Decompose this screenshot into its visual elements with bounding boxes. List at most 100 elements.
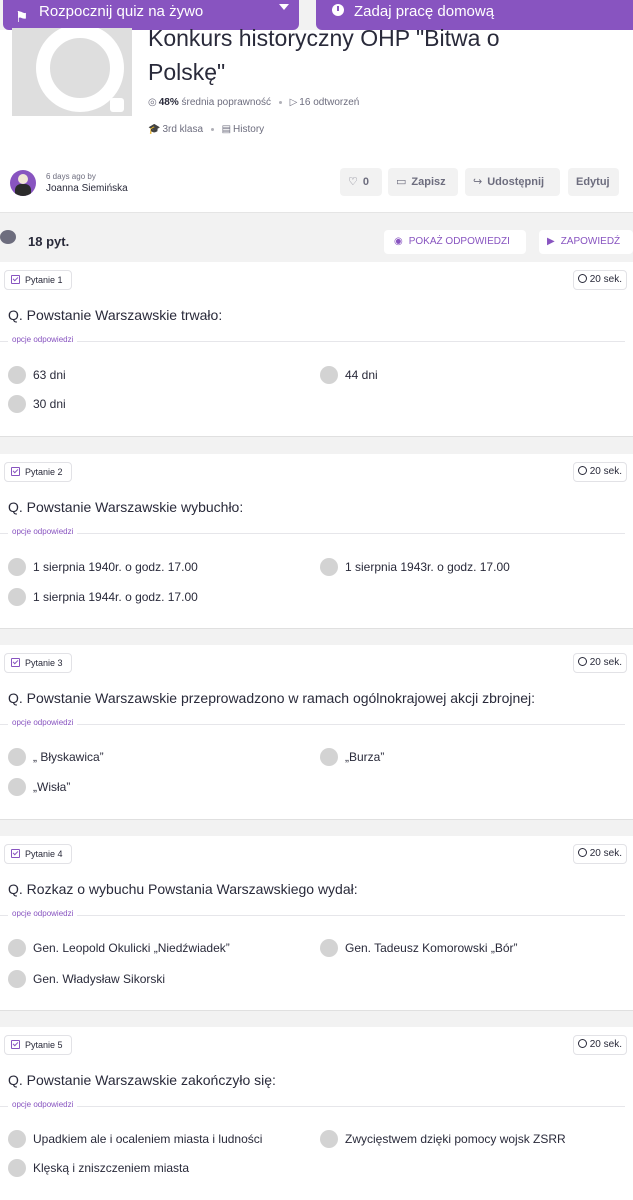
graduation-cap-icon: 🎓 xyxy=(148,124,161,135)
like-count: 0 xyxy=(362,176,369,188)
author-name[interactable]: Joanna Siemińska xyxy=(46,183,128,194)
time-value: 20 sek. xyxy=(589,466,622,477)
radio-icon xyxy=(320,558,338,576)
clock-icon xyxy=(577,848,587,857)
question-number: Pytanie 4 xyxy=(25,849,63,859)
separator-dot xyxy=(210,127,214,131)
question-number: Pytanie 1 xyxy=(25,275,63,285)
show-answers-label: POKAŻ ODPOWIEDZI xyxy=(408,236,510,247)
clock-icon xyxy=(577,466,587,475)
checkbox-icon xyxy=(11,658,20,667)
save-label: Zapisz xyxy=(411,176,446,188)
checkbox-icon xyxy=(11,1040,20,1049)
target-icon: ◎ xyxy=(148,97,157,108)
options-label: opcje odpowiedzi xyxy=(8,527,78,536)
checkbox-icon xyxy=(11,275,20,284)
question-text: Q. Powstanie Warszawskie przeprowadzono … xyxy=(8,690,536,706)
answer-text: „ Błyskawica” xyxy=(33,750,104,764)
radio-icon xyxy=(320,1130,338,1148)
answer-text: Zwycięstwem dzięki pomocy wojsk ZSRR xyxy=(345,1132,566,1146)
question-card: Pytanie 3 20 sek. Q. Powstanie Warszawsk… xyxy=(0,645,633,820)
time-value: 20 sek. xyxy=(589,657,622,668)
question-card: Pytanie 4 20 sek. Q. Rozkaz o wybuchu Po… xyxy=(0,836,633,1011)
quiz-stats: ◎ 48% średnia poprawność ▷ 16 odtworzeń xyxy=(148,97,359,108)
share-button[interactable]: ↪ Udostępnij xyxy=(465,168,560,196)
time-value: 20 sek. xyxy=(589,1039,622,1050)
options-label: opcje odpowiedzi xyxy=(8,335,78,344)
question-text: Q. Powstanie Warszawskie wybuchło: xyxy=(8,499,244,515)
assign-homework-label: Zadaj pracę domową xyxy=(354,3,495,20)
checkbox-icon xyxy=(11,849,20,858)
divider xyxy=(0,724,625,725)
question-tag: Pytanie 3 xyxy=(4,653,72,673)
radio-icon xyxy=(320,366,338,384)
time-badge: 20 sek. xyxy=(572,653,627,673)
radio-icon xyxy=(8,1159,26,1177)
save-button[interactable]: ▭ Zapisz xyxy=(388,168,458,196)
quiz-title-line-1: Konkurs historyczny OHP "Bitwa o xyxy=(148,25,500,51)
plays-count: 16 odtworzeń xyxy=(299,97,360,108)
question-number: Pytanie 3 xyxy=(25,658,63,668)
checkbox-icon xyxy=(11,467,20,476)
author-row: 6 days ago by Joanna Siemińska ♡ 0 ▭ Zapis… xyxy=(0,168,633,202)
edit-label: Edytuj xyxy=(576,176,610,188)
radio-icon xyxy=(8,588,26,606)
question-number: Pytanie 2 xyxy=(25,467,63,477)
accuracy-label: średnia poprawność xyxy=(181,97,272,108)
radio-icon xyxy=(320,939,338,957)
time-value: 20 sek. xyxy=(589,848,622,859)
clock-icon xyxy=(577,1039,587,1048)
radio-icon xyxy=(8,748,26,766)
radio-icon xyxy=(8,1130,26,1148)
radio-icon xyxy=(8,970,26,988)
avatar[interactable] xyxy=(10,170,36,196)
question-tag: Pytanie 2 xyxy=(4,462,72,482)
separator-dot xyxy=(278,100,282,104)
question-number: Pytanie 5 xyxy=(25,1040,63,1050)
options-label-text: opcje odpowiedzi xyxy=(8,527,78,536)
author-timestamp: 6 days ago by xyxy=(46,172,96,181)
answer-text: 30 dni xyxy=(33,397,66,411)
clock-icon xyxy=(577,657,587,666)
quiz-tags: 🎓 3rd klasa ▤ History xyxy=(148,124,264,135)
answer-text: Gen. Tadeusz Komorowski „Bór” xyxy=(345,941,518,955)
quizizz-logo-icon xyxy=(36,28,124,112)
answer-text: 63 dni xyxy=(33,368,66,382)
divider xyxy=(0,341,625,342)
options-label-text: opcje odpowiedzi xyxy=(8,909,78,918)
start-live-quiz-label: Rozpocznij quiz na żywo xyxy=(39,3,204,20)
like-button[interactable]: ♡ 0 xyxy=(340,168,382,196)
options-label-text: opcje odpowiedzi xyxy=(8,1100,78,1109)
divider xyxy=(0,533,625,534)
grade-label: 3rd klasa xyxy=(162,124,204,135)
preview-button[interactable]: ▶ ZAPOWIEDŹ xyxy=(539,230,633,254)
edit-button[interactable]: Edytuj xyxy=(568,168,619,196)
play-icon: ▷ xyxy=(289,97,298,108)
divider xyxy=(0,915,625,916)
share-icon: ↪ xyxy=(473,176,483,188)
clock-icon xyxy=(332,4,344,16)
answer-text: 44 dni xyxy=(345,368,378,382)
question-text: Q. Rozkaz o wybuchu Powstania Warszawski… xyxy=(8,881,358,897)
options-label: opcje odpowiedzi xyxy=(8,909,78,918)
question-count: 18 pyt. xyxy=(28,234,70,249)
answer-text: Gen. Władysław Sikorski xyxy=(33,972,166,986)
quiz-thumbnail xyxy=(12,28,132,116)
question-card: Pytanie 5 20 sek. Q. Powstanie Warszawsk… xyxy=(0,1027,633,1200)
question-tag: Pytanie 4 xyxy=(4,844,72,864)
radio-icon xyxy=(8,366,26,384)
eye-icon: ◉ xyxy=(394,236,403,247)
options-label: opcje odpowiedzi xyxy=(8,1100,78,1109)
question-text: Q. Powstanie Warszawskie trwało: xyxy=(8,307,223,323)
quiz-title-line-2: Polskę" xyxy=(148,59,226,85)
folder-icon: ▭ xyxy=(396,176,407,188)
heart-icon: ♡ xyxy=(348,176,358,188)
answer-text: „Burza” xyxy=(345,750,385,764)
radio-icon xyxy=(8,778,26,796)
book-icon: ▤ xyxy=(221,124,232,135)
show-answers-button[interactable]: ◉ POKAŻ ODPOWIEDZI xyxy=(384,230,526,254)
chevron-down-icon[interactable] xyxy=(279,4,289,10)
answer-text: Klęską i zniszczeniem miasta xyxy=(33,1161,190,1175)
time-badge: 20 sek. xyxy=(572,270,627,290)
subject-label: History xyxy=(233,124,265,135)
